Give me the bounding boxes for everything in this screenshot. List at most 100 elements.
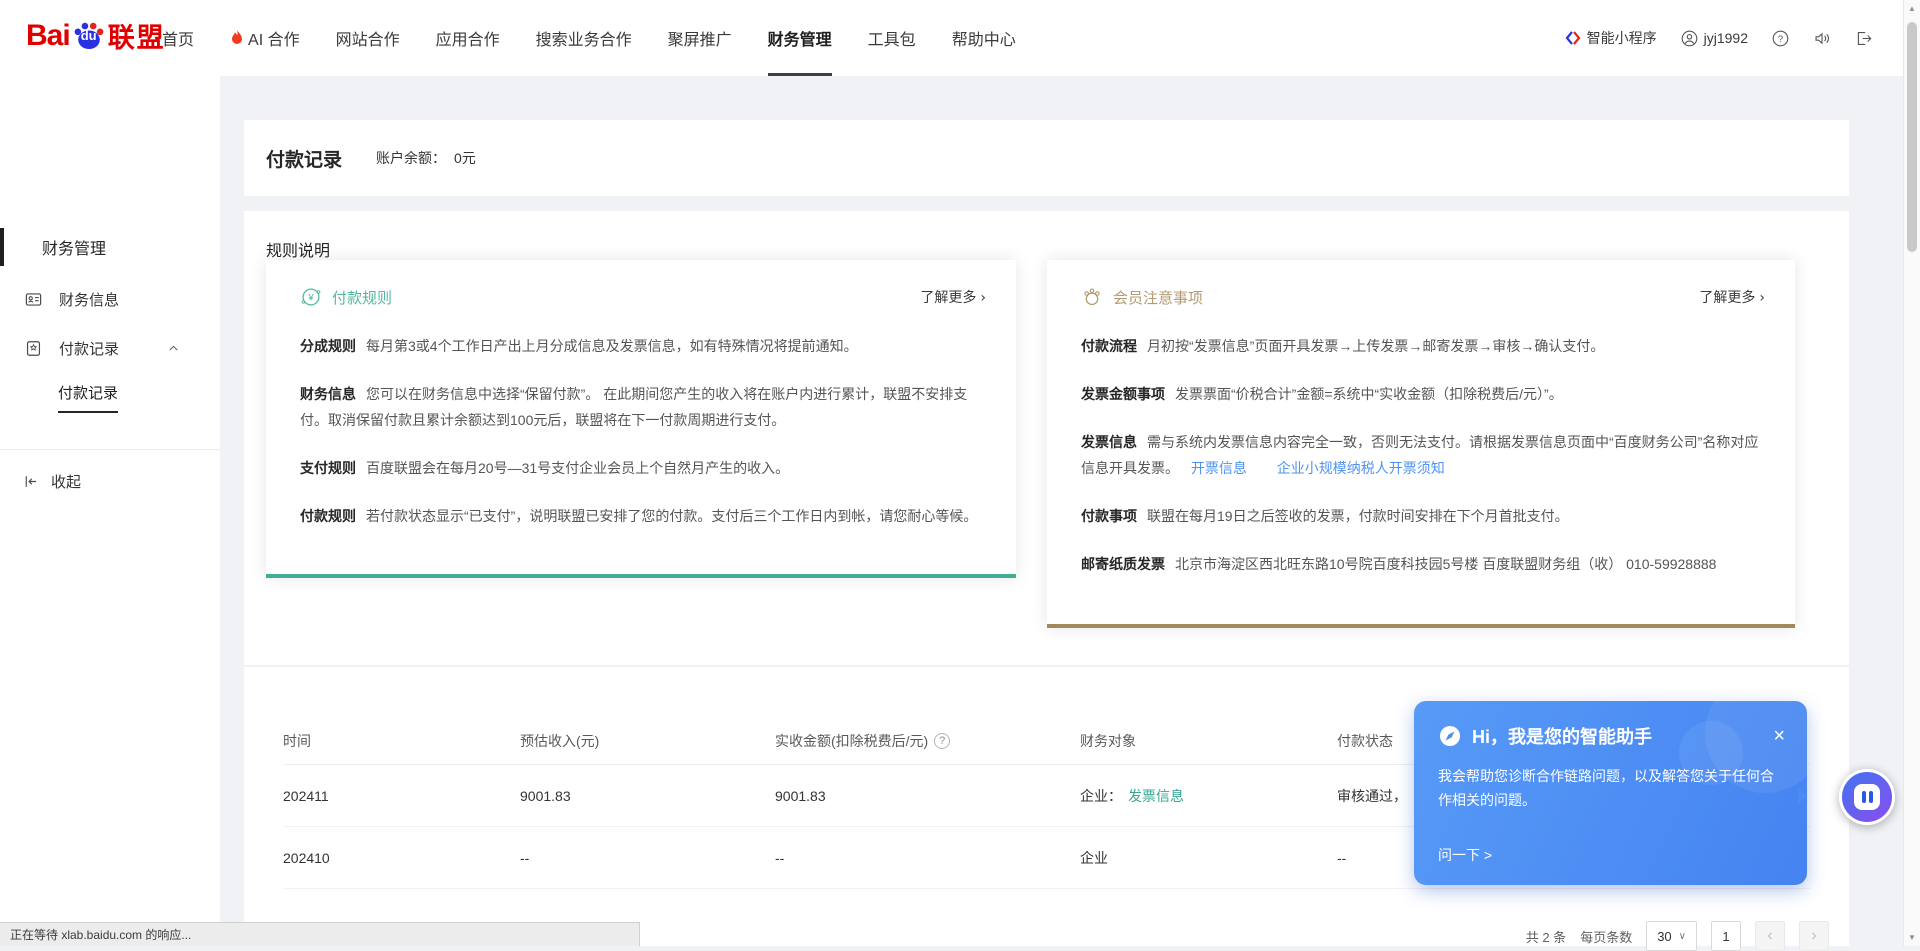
- rules-section-card: 规则说明 ¥ 付款规则 了解更多› 分成规则每月第3或4个工作日产出上月分成信息…: [244, 211, 1849, 665]
- payment-rules-card: ¥ 付款规则 了解更多› 分成规则每月第3或4个工作日产出上月分成信息及发票信息…: [266, 260, 1016, 578]
- page-number-button[interactable]: 1: [1711, 921, 1741, 951]
- main-menu: 首页 AI 合作 网站合作 应用合作 搜索业务合作 聚屏推广 财务管理 工具包 …: [162, 0, 1016, 76]
- sidebar-item-payment-records[interactable]: 付款记录: [0, 330, 220, 366]
- invoice-info-link[interactable]: 开票信息: [1191, 460, 1247, 476]
- coin-yen-icon: ¥: [300, 286, 322, 308]
- sidebar: 财务管理 财务信息 付款记录 付款记录 收起: [0, 76, 220, 946]
- balance-label: 账户余额：: [376, 148, 446, 168]
- cell-time: 202410: [283, 850, 520, 866]
- rule-item: 付款事项联盟在每月19日之后签收的发票，付款时间安排在下个月首批支付。: [1081, 503, 1765, 529]
- id-card-icon: [24, 290, 43, 309]
- miniapp-entry[interactable]: 智能小程序: [1565, 28, 1657, 48]
- col-actual-amount: 实收金额(扣除税费后/元) ?: [775, 731, 1080, 751]
- nav-item-ai[interactable]: AI 合作: [230, 0, 300, 76]
- next-page-button[interactable]: ›: [1799, 921, 1829, 951]
- total-count: 共 2 条: [1526, 927, 1566, 946]
- member-notes-learn-more[interactable]: 了解更多›: [1699, 287, 1765, 307]
- balance-value: 0元: [454, 148, 476, 168]
- badge-icon: [24, 339, 43, 358]
- nav-item-search-coop[interactable]: 搜索业务合作: [536, 0, 632, 76]
- per-page-label: 每页条数: [1580, 927, 1632, 946]
- user-account[interactable]: jyj1992: [1681, 30, 1748, 47]
- col-finance-entity: 财务对象: [1080, 731, 1337, 751]
- rule-item: 付款流程月初按“发票信息”页面开具发票→上传发票→邮寄发票→审核→确认支付。: [1081, 333, 1765, 359]
- username: jyj1992: [1704, 30, 1748, 46]
- payment-rules-learn-more[interactable]: 了解更多›: [920, 287, 986, 307]
- svg-text:¥: ¥: [307, 293, 314, 304]
- speaker-icon[interactable]: [1813, 30, 1831, 47]
- nav-item-help-center[interactable]: 帮助中心: [952, 0, 1016, 76]
- rule-item: 付款规则若付款状态显示“已支付”，说明联盟已安排了您的付款。支付后三个工作日内到…: [300, 503, 986, 529]
- small-taxpayer-guide-link[interactable]: 企业小规模纳税人开票须知: [1277, 460, 1445, 476]
- cell-time: 202411: [283, 788, 520, 804]
- cell-entity: 企业：发票信息: [1080, 786, 1337, 806]
- cell-entity: 企业: [1080, 848, 1337, 868]
- scrollbar-thumb[interactable]: [1907, 22, 1917, 252]
- col-time: 时间: [283, 731, 520, 751]
- invoice-info-table-link[interactable]: 发票信息: [1128, 788, 1184, 804]
- chevron-up-icon: [167, 342, 180, 355]
- nav-item-toolkit[interactable]: 工具包: [868, 0, 916, 76]
- chevron-right-icon: ›: [1759, 290, 1765, 306]
- col-estimated-income: 预估收入(元): [520, 731, 775, 751]
- top-navigation: Bai du 联盟 首页 AI 合作 网站合作 应用合作 搜索业务合作 聚屏推广…: [0, 0, 1920, 76]
- logo-text-union: 联盟: [108, 16, 166, 55]
- collapse-icon: [22, 473, 39, 490]
- nav-right-cluster: 智能小程序 jyj1992 ?: [1565, 0, 1872, 76]
- compass-icon: [1438, 724, 1462, 748]
- baidu-paw-icon: du: [71, 18, 107, 54]
- help-icon[interactable]: ?: [1772, 30, 1789, 47]
- assistant-title: Hi，我是您的智能助手: [1472, 723, 1769, 749]
- cell-actual: 9001.83: [775, 788, 1080, 804]
- user-icon: [1681, 30, 1698, 47]
- chevron-down-icon: ∨: [1679, 931, 1686, 942]
- nav-item-finance-active[interactable]: 财务管理: [768, 0, 832, 76]
- nav-item-app-coop[interactable]: 应用合作: [436, 0, 500, 76]
- scroll-up-arrow[interactable]: ▲: [1904, 4, 1920, 13]
- assistant-robot-button[interactable]: [1839, 769, 1895, 825]
- miniapp-icon: [1565, 30, 1581, 46]
- prev-page-button[interactable]: ‹: [1755, 921, 1785, 951]
- rule-item: 发票金额事项发票票面“价税合计”金额=系统中“实收金额（扣除税费后/元）”。: [1081, 381, 1765, 407]
- browser-status-bar: 正在等待 xlab.baidu.com 的响应...: [0, 922, 640, 946]
- logout-icon[interactable]: [1855, 30, 1872, 47]
- nav-item-home[interactable]: 首页: [162, 0, 194, 76]
- robot-face-icon: [1854, 784, 1880, 810]
- column-help-icon[interactable]: ?: [934, 733, 950, 749]
- svg-text:?: ?: [1778, 33, 1783, 43]
- payment-rules-title: 付款规则: [332, 287, 920, 308]
- cell-estimated: 9001.83: [520, 788, 775, 804]
- logo-text-du: du: [71, 28, 107, 43]
- payment-rules-body: 分成规则每月第3或4个工作日产出上月分成信息及发票信息，如有特殊情况将提前通知。…: [266, 308, 1016, 529]
- flame-icon: [230, 30, 244, 46]
- page-header-card: 付款记录 账户余额： 0元: [244, 120, 1849, 196]
- sidebar-subitem-payment-records[interactable]: 付款记录: [58, 382, 118, 413]
- member-notes-body: 付款流程月初按“发票信息”页面开具发票→上传发票→邮寄发票→审核→确认支付。 发…: [1047, 308, 1795, 577]
- sidebar-item-finance-info[interactable]: 财务信息: [0, 281, 220, 317]
- sidebar-collapse-button[interactable]: 收起: [0, 464, 220, 498]
- nav-item-website-coop[interactable]: 网站合作: [336, 0, 400, 76]
- chevron-right-icon: ›: [980, 290, 986, 306]
- account-balance: 账户余额： 0元: [376, 148, 476, 168]
- rule-item: 财务信息您可以在财务信息中选择“保留付款”。 在此期间您产生的收入将在账户内进行…: [300, 381, 986, 433]
- sidebar-section-finance[interactable]: 财务管理: [0, 228, 220, 266]
- cell-estimated: --: [520, 850, 775, 866]
- scroll-down-arrow[interactable]: ▼: [1904, 933, 1920, 942]
- cell-actual: --: [775, 850, 1080, 866]
- rule-item: 支付规则百度联盟会在每月20号—31号支付企业会员上个自然月产生的收入。: [300, 455, 986, 481]
- assistant-popup: Hi，我是您的智能助手 × 我会帮助您诊断合作链路问题，以及解答您关于任何合作相…: [1414, 701, 1807, 885]
- status-text: 正在等待 xlab.baidu.com 的响应...: [10, 926, 191, 943]
- rule-item: 发票信息需与系统内发票信息内容完全一致，否则无法支付。请根据发票信息页面中“百度…: [1081, 429, 1765, 481]
- per-page-select[interactable]: 30 ∨: [1646, 921, 1697, 951]
- page-scrollbar: ▲ ▼: [1903, 0, 1920, 946]
- member-notes-title: 会员注意事项: [1113, 287, 1699, 308]
- ask-now-link[interactable]: 问一下 >: [1438, 845, 1492, 865]
- pagination: 共 2 条 每页条数 30 ∨ 1 ‹ ›: [1526, 921, 1829, 951]
- member-crown-icon: [1081, 286, 1103, 308]
- close-icon[interactable]: ×: [1769, 726, 1789, 746]
- baidu-union-logo[interactable]: Bai du 联盟: [26, 16, 166, 55]
- nav-item-screen-promo[interactable]: 聚屏推广: [668, 0, 732, 76]
- member-notes-card: 会员注意事项 了解更多› 付款流程月初按“发票信息”页面开具发票→上传发票→邮寄…: [1047, 260, 1795, 628]
- page-title: 付款记录: [266, 145, 342, 172]
- rule-item: 邮寄纸质发票北京市海淀区西北旺东路10号院百度科技园5号楼 百度联盟财务组（收）…: [1081, 551, 1765, 577]
